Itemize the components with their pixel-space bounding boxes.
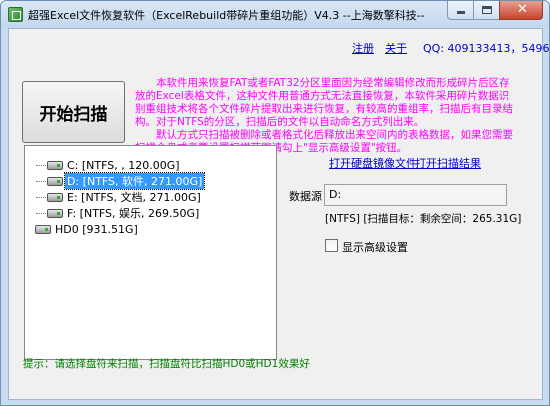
hard-drive-icon — [47, 208, 63, 218]
header-links: 注册 关于 QQ: 409133413，54968973 — [9, 29, 549, 59]
tree-connector — [35, 157, 47, 173]
open-scan-result-link[interactable]: 打开扫描结果 — [415, 155, 481, 171]
drive-item-e[interactable]: E: [NTFS, 文档, 271.00G] — [35, 189, 203, 205]
description-paragraph-1: 本软件用来恢复FAT或者FAT32分区里面因为经常编辑修改而形成碎片后区存放的E… — [135, 77, 513, 128]
close-icon: ✕ — [517, 2, 528, 17]
close-button[interactable]: ✕ — [499, 1, 543, 20]
drive-label: E: [NTFS, 文档, 271.00G] — [67, 191, 201, 204]
drive-label: C: [NTFS, , 120.00G] — [67, 158, 180, 172]
drive-item-c[interactable]: C: [NTFS, , 120.00G] — [35, 157, 182, 173]
minimize-icon — [457, 11, 465, 14]
drive-item-f[interactable]: F: [NTFS, 娱乐, 269.50G] — [35, 205, 201, 221]
tree-connector — [35, 173, 47, 189]
main-panel: 注册 关于 QQ: 409133413，54968973 开始扫描 本软件用来恢… — [8, 28, 549, 400]
tree-connector — [35, 205, 47, 221]
source-label: 数据源 — [289, 190, 322, 203]
maximize-button[interactable] — [473, 1, 499, 20]
minimize-button[interactable] — [447, 1, 473, 20]
about-link[interactable]: 关于 — [385, 40, 407, 56]
scan-target-info: [NTFS] [扫描目标：剩余空间：265.31G] — [325, 213, 522, 225]
advanced-settings-checkbox[interactable] — [325, 239, 338, 252]
app-window: 超强Excel文件恢复软件（ExcelRebuild带碎片重组功能）V4.3 -… — [0, 0, 550, 406]
drive-item-hd0[interactable]: HD0 [931.51G] — [35, 221, 140, 237]
source-field[interactable]: D: — [324, 184, 507, 206]
physical-disk-icon — [35, 224, 51, 234]
drive-label: D: [NTFS, 软件, 271.00G] — [63, 172, 206, 190]
hard-drive-icon — [47, 160, 63, 170]
drive-label: F: [NTFS, 娱乐, 269.50G] — [67, 207, 200, 220]
hard-drive-icon — [47, 192, 63, 202]
app-icon — [8, 7, 23, 22]
window-controls: ✕ — [447, 1, 543, 20]
drive-tree[interactable]: C: [NTFS, , 120.00G] D: [NTFS, 软件, 271.0… — [24, 145, 277, 360]
hint-text: 提示：请选择盘符来扫描，扫描盘符比扫描HD0或HD1效果好 — [23, 358, 310, 370]
qq-contact: QQ: 409133413，54968973 — [423, 42, 550, 55]
register-link[interactable]: 注册 — [352, 40, 374, 56]
tree-connector — [35, 189, 47, 205]
start-scan-button[interactable]: 开始扫描 — [22, 81, 125, 143]
description-text: 本软件用来恢复FAT或者FAT32分区里面因为经常编辑修改而形成碎片后区存放的E… — [135, 77, 515, 155]
open-disk-image-link[interactable]: 打开硬盘镜像文件 — [329, 155, 417, 171]
advanced-settings-label[interactable]: 显示高级设置 — [342, 239, 408, 255]
window-title: 超强Excel文件恢复软件（ExcelRebuild带碎片重组功能）V4.3 -… — [28, 9, 425, 22]
hard-drive-icon — [47, 176, 63, 186]
drive-item-d[interactable]: D: [NTFS, 软件, 271.00G] — [35, 172, 206, 190]
title-bar[interactable]: 超强Excel文件恢复软件（ExcelRebuild带碎片重组功能）V4.3 -… — [1, 1, 549, 28]
drive-label: HD0 [931.51G] — [55, 222, 138, 236]
maximize-icon — [482, 6, 492, 14]
